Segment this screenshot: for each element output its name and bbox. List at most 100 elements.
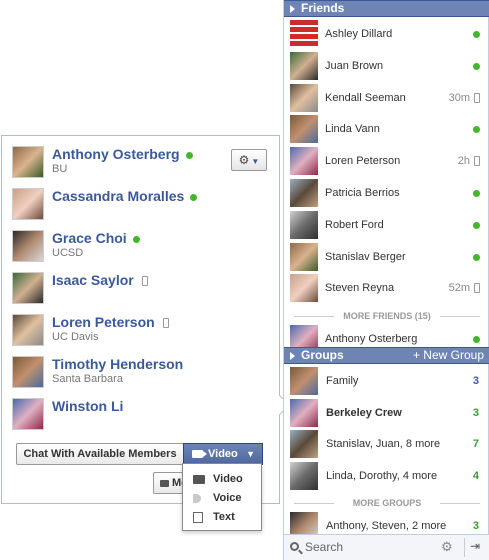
avatar[interactable] — [12, 398, 44, 430]
group-name: Stanislav, Juan, 8 more — [326, 438, 441, 450]
gear-icon[interactable]: ⚙ — [441, 539, 453, 555]
avatar — [290, 147, 318, 176]
new-group-link[interactable]: + New Group — [413, 348, 484, 363]
member-network: BU — [52, 163, 68, 175]
group-row[interactable]: Family 3 — [284, 366, 489, 398]
idle-time: 52m — [449, 273, 480, 303]
avatar — [290, 83, 318, 112]
friend-row[interactable]: Ashley Dillard — [284, 19, 489, 51]
friends-section-header[interactable]: Friends — [284, 0, 489, 17]
member-row[interactable]: Isaac Saylor — [12, 272, 262, 306]
avatar[interactable] — [12, 146, 44, 178]
friend-row[interactable]: Linda Vann — [284, 114, 489, 146]
avatar[interactable] — [12, 272, 44, 304]
group-online-count: 7 — [472, 438, 479, 450]
online-status-icon — [473, 190, 480, 197]
search-input[interactable]: Search — [305, 535, 343, 560]
menu-item-voice[interactable]: Voice — [183, 489, 261, 508]
avatar[interactable] — [12, 230, 44, 262]
menu-item-video[interactable]: Video — [183, 470, 261, 489]
member-row[interactable]: Winston Li — [12, 398, 262, 432]
call-type-menu: Video Voice Text — [182, 463, 262, 531]
mobile-phone-icon — [474, 283, 480, 294]
triangle-right-icon — [290, 5, 295, 13]
groups-section-header[interactable]: Groups + New Group — [284, 347, 489, 364]
friend-row[interactable]: Steven Reyna 52m — [284, 273, 489, 305]
avatar — [290, 179, 318, 207]
member-name[interactable]: Loren Peterson — [52, 314, 169, 330]
member-name[interactable]: Cassandra Moralles — [52, 188, 198, 204]
friend-name: Stanislav Berger — [325, 250, 406, 263]
mobile-phone-icon — [474, 92, 480, 103]
speaker-icon — [193, 494, 201, 503]
avatar — [290, 242, 318, 271]
group-row[interactable]: Linda, Dorothy, 4 more 4 — [284, 461, 489, 493]
chevron-down-icon: ▼ — [251, 157, 260, 166]
pop-out-icon[interactable]: ⇥ — [470, 539, 480, 553]
member-row[interactable]: Grace Choi UCSD — [12, 230, 262, 264]
settings-button[interactable]: ⚙ ▼ — [231, 149, 267, 171]
more-groups-divider[interactable]: MORE GROUPS — [284, 496, 489, 510]
friend-row[interactable]: Patricia Berrios — [284, 178, 489, 210]
member-name[interactable]: Isaac Saylor — [52, 272, 148, 288]
groups-header-label: Groups — [301, 348, 344, 362]
mobile-phone-icon — [474, 156, 480, 167]
group-avatar — [290, 367, 318, 395]
chat-search-bar: Search ⚙ ⇥ — [284, 534, 489, 560]
member-network: UC Davis — [52, 331, 99, 343]
member-name-text: Grace Choi — [52, 230, 127, 246]
group-avatar — [290, 461, 318, 490]
member-name-text: Anthony Osterberg — [52, 146, 180, 162]
member-network: UCSD — [52, 247, 84, 259]
member-row[interactable]: Cassandra Moralles — [12, 188, 262, 222]
member-name[interactable]: Grace Choi — [52, 230, 140, 246]
member-name-text: Isaac Saylor — [52, 272, 134, 288]
chat-with-available-members-button[interactable]: Chat With Available Members — [16, 443, 184, 465]
friend-row[interactable]: Juan Brown — [284, 51, 489, 83]
chat-screen: Anthony Osterberg BU Cassandra Moralles Gra… — [0, 0, 489, 560]
member-row[interactable]: Timothy Henderson Santa Barbara — [12, 356, 262, 390]
avatar[interactable] — [12, 314, 44, 346]
group-name: Berkeley Crew — [326, 406, 402, 419]
member-name[interactable]: Winston Li — [52, 398, 123, 414]
mobile-phone-icon — [141, 276, 148, 287]
group-avatar — [290, 430, 318, 458]
friend-name: Robert Ford — [325, 218, 384, 231]
friend-row[interactable]: Kendall Seeman 30m — [284, 83, 489, 115]
idle-time-text: 30m — [448, 91, 470, 104]
gear-icon: ⚙ — [238, 153, 250, 167]
avatar — [290, 274, 318, 303]
message-icon — [160, 479, 169, 487]
camera-icon — [192, 450, 207, 459]
friend-name: Ashley Dillard — [325, 28, 393, 40]
idle-time: 2h — [458, 146, 480, 176]
avatar[interactable] — [12, 356, 44, 388]
video-call-button[interactable]: Video ▼ — [183, 443, 263, 465]
friend-name: Linda Vann — [325, 123, 380, 136]
member-row[interactable]: Loren Peterson UC Davis — [12, 314, 262, 348]
member-name[interactable]: Anthony Osterberg — [52, 146, 193, 162]
avatar[interactable] — [12, 188, 44, 220]
more-friends-divider[interactable]: MORE FRIENDS (15) — [284, 309, 489, 323]
group-row[interactable]: Stanislav, Juan, 8 more 7 — [284, 429, 489, 461]
triangle-right-icon — [290, 352, 295, 360]
menu-item-text[interactable]: Text — [183, 508, 261, 527]
avatar — [290, 210, 318, 239]
online-status-icon — [190, 193, 198, 201]
online-status-icon — [473, 253, 480, 261]
group-name: Family — [326, 375, 359, 387]
video-button-label: Video — [208, 448, 238, 460]
group-online-count: 4 — [472, 469, 479, 482]
member-row[interactable]: Anthony Osterberg BU — [12, 146, 262, 180]
member-name[interactable]: Timothy Henderson — [52, 356, 183, 372]
chevron-down-icon: ▼ — [246, 449, 255, 459]
friend-row[interactable]: Robert Ford — [284, 210, 489, 242]
mobile-phone-icon — [162, 318, 169, 329]
online-status-icon — [473, 336, 480, 343]
group-name: Linda, Dorothy, 4 more — [326, 469, 438, 482]
friend-row[interactable]: Loren Peterson 2h — [284, 146, 489, 178]
member-name-text: Timothy Henderson — [52, 356, 184, 372]
friend-row[interactable]: Stanislav Berger — [284, 242, 489, 274]
friends-header-label: Friends — [301, 1, 345, 15]
group-row[interactable]: Berkeley Crew 3 — [284, 398, 489, 430]
